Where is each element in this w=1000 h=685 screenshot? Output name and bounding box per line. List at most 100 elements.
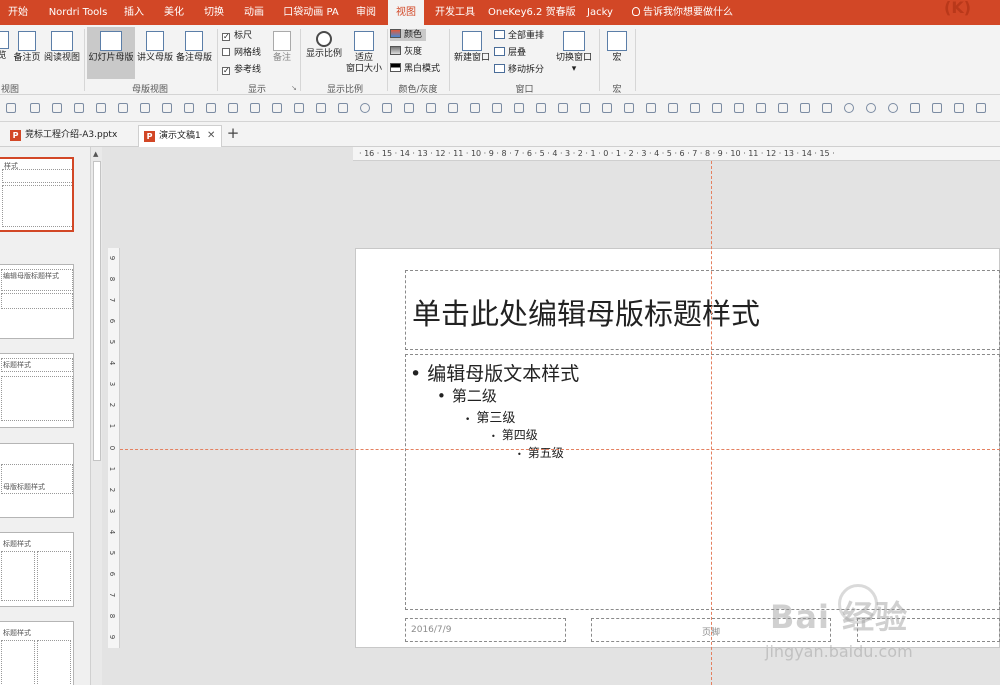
toolbar-tool-icon[interactable] — [96, 103, 106, 113]
arrange-all-button[interactable]: 全部重排 — [494, 30, 544, 42]
reading-view-button[interactable]: 阅读视图 — [43, 31, 81, 64]
toolbar-tool-icon[interactable] — [778, 103, 788, 113]
date-placeholder[interactable]: 2016/7/9 — [405, 618, 566, 642]
toolbar-tool-icon[interactable] — [140, 103, 150, 113]
toolbar-tool-icon[interactable] — [250, 103, 260, 113]
notes-page-button[interactable]: 备注页 — [12, 31, 42, 64]
gridlines-checkbox[interactable]: 网格线 — [222, 47, 261, 59]
body-placeholder[interactable]: • 编辑母版文本样式 • 第二级 • 第三级 • 第四级 • 第五级 — [405, 354, 1000, 610]
toolbar-tool-icon[interactable] — [74, 103, 84, 113]
toolbar-tool-icon[interactable] — [272, 103, 282, 113]
grayscale-button[interactable]: 灰度 — [390, 46, 422, 58]
toolbar-tool-icon[interactable] — [228, 103, 238, 113]
outline-view-button[interactable]: 览 — [0, 31, 10, 62]
tab-view[interactable]: 视图 — [388, 0, 424, 26]
body-level-1[interactable]: • 编辑母版文本样式 — [410, 359, 579, 386]
toolbar-tool-icon[interactable] — [492, 103, 502, 113]
toolbar-tool-icon[interactable] — [646, 103, 656, 113]
toolbar-tool-icon[interactable] — [184, 103, 194, 113]
toolbar-tool-icon[interactable] — [6, 103, 16, 113]
body-level-5[interactable]: • 第五级 — [517, 444, 564, 461]
layout-thumbnail[interactable]: 标题样式 — [0, 532, 74, 607]
master-thumbnail[interactable]: 样式 — [0, 157, 74, 232]
toolbar-tool-icon[interactable] — [316, 103, 326, 113]
toolbar-tool-icon[interactable] — [338, 103, 348, 113]
tab-developer[interactable]: 开发工具 — [430, 0, 480, 25]
toolbar-tool-icon[interactable] — [800, 103, 810, 113]
new-window-button[interactable]: 新建窗口 — [452, 31, 492, 64]
toolbar-tool-icon[interactable] — [668, 103, 678, 113]
toolbar-tool-icon[interactable] — [756, 103, 766, 113]
close-icon[interactable]: ✕ — [207, 126, 215, 146]
toolbar-tool-icon[interactable] — [932, 103, 942, 113]
scroll-up-icon[interactable]: ▲ — [93, 150, 98, 158]
title-text[interactable]: 单击此处编辑母版标题样式 — [412, 291, 760, 333]
toolbar-tool-icon[interactable] — [162, 103, 172, 113]
vertical-guide[interactable] — [711, 161, 712, 685]
toolbar-tool-icon[interactable] — [734, 103, 744, 113]
toolbar-tool-icon[interactable] — [514, 103, 524, 113]
body-level-4[interactable]: • 第四级 — [491, 426, 538, 443]
toolbar-tool-icon[interactable] — [118, 103, 128, 113]
color-mode-button[interactable]: 颜色 — [390, 29, 427, 41]
fit-to-window-button[interactable]: 适应 窗口大小 — [344, 31, 384, 75]
tab-animations[interactable]: 动画 — [238, 0, 270, 25]
tab-insert[interactable]: 插入 — [118, 0, 150, 25]
tab-transitions[interactable]: 切换 — [198, 0, 230, 25]
new-tab-button[interactable]: + — [225, 124, 241, 142]
toolbar-tool-icon[interactable] — [690, 103, 700, 113]
slide-master-button[interactable]: 幻灯片母版 — [87, 27, 135, 79]
title-placeholder[interactable]: 单击此处编辑母版标题样式 — [405, 270, 1000, 350]
tab-pocket-animation[interactable]: 口袋动画 PA — [280, 0, 342, 25]
layout-thumbnail[interactable]: 标题样式 — [0, 353, 74, 428]
layout-thumbnail[interactable]: 编辑母版标题样式 — [0, 264, 74, 339]
show-dialog-launcher-icon[interactable]: ↘ — [291, 82, 297, 94]
notes-master-button[interactable]: 备注母版 — [175, 31, 213, 64]
toolbar-tool-icon[interactable] — [624, 103, 634, 113]
black-white-button[interactable]: 黑白模式 — [390, 63, 440, 75]
toolbar-tool-icon[interactable] — [558, 103, 568, 113]
toolbar-tool-icon[interactable] — [536, 103, 546, 113]
body-level-2[interactable]: • 第二级 — [437, 385, 497, 406]
tab-onekey[interactable]: OneKey6.2 贺春版 — [488, 0, 576, 25]
toolbar-tool-icon[interactable] — [52, 103, 62, 113]
toolbar-tool-icon[interactable] — [712, 103, 722, 113]
ruler-checkbox[interactable]: ✓ 标尺 — [222, 30, 252, 42]
toolbar-tool-icon[interactable] — [976, 103, 986, 113]
tab-jacky[interactable]: Jacky — [584, 0, 616, 25]
toolbar-tool-icon[interactable] — [844, 103, 854, 113]
doc-tab-bidding[interactable]: P 竞标工程介绍-A3.pptx — [6, 125, 134, 147]
toolbar-tool-icon[interactable] — [382, 103, 392, 113]
switch-window-button[interactable]: 切换窗口 ▾ — [554, 31, 594, 75]
account-icon[interactable]: (K) — [944, 0, 974, 18]
toolbar-tool-icon[interactable] — [888, 103, 898, 113]
toolbar-tool-icon[interactable] — [360, 103, 370, 113]
tab-home[interactable]: 开始 — [3, 0, 33, 25]
doc-tab-presentation1[interactable]: P 演示文稿1 ✕ — [138, 125, 222, 147]
toolbar-tool-icon[interactable] — [294, 103, 304, 113]
toolbar-tool-icon[interactable] — [206, 103, 216, 113]
toolbar-tool-icon[interactable] — [822, 103, 832, 113]
toolbar-tool-icon[interactable] — [954, 103, 964, 113]
tell-me-search[interactable]: 告诉我你想要做什么 — [632, 0, 733, 25]
toolbar-tool-icon[interactable] — [404, 103, 414, 113]
layout-thumbnail[interactable]: 母版标题样式 — [0, 443, 74, 518]
thumbnail-scrollbar[interactable]: ▲ — [90, 147, 102, 685]
toolbar-tool-icon[interactable] — [426, 103, 436, 113]
body-level-3[interactable]: • 第三级 — [465, 407, 515, 426]
toolbar-tool-icon[interactable] — [30, 103, 40, 113]
toolbar-tool-icon[interactable] — [448, 103, 458, 113]
tab-nordri-tools[interactable]: Nordri Tools — [42, 0, 114, 25]
tab-beautify[interactable]: 美化 — [158, 0, 190, 25]
layout-thumbnail[interactable]: 标题样式 — [0, 621, 74, 685]
notes-toggle-button[interactable]: 备注 — [268, 31, 296, 64]
toolbar-tool-icon[interactable] — [470, 103, 480, 113]
horizontal-guide[interactable] — [120, 449, 1000, 450]
toolbar-tool-icon[interactable] — [580, 103, 590, 113]
guides-checkbox[interactable]: ✓ 参考线 — [222, 64, 261, 76]
macros-button[interactable]: 宏 — [603, 31, 631, 64]
cascade-button[interactable]: 层叠 — [494, 47, 526, 59]
zoom-button[interactable]: 显示比例 — [304, 31, 344, 60]
toolbar-tool-icon[interactable] — [602, 103, 612, 113]
tab-review[interactable]: 审阅 — [350, 0, 382, 25]
